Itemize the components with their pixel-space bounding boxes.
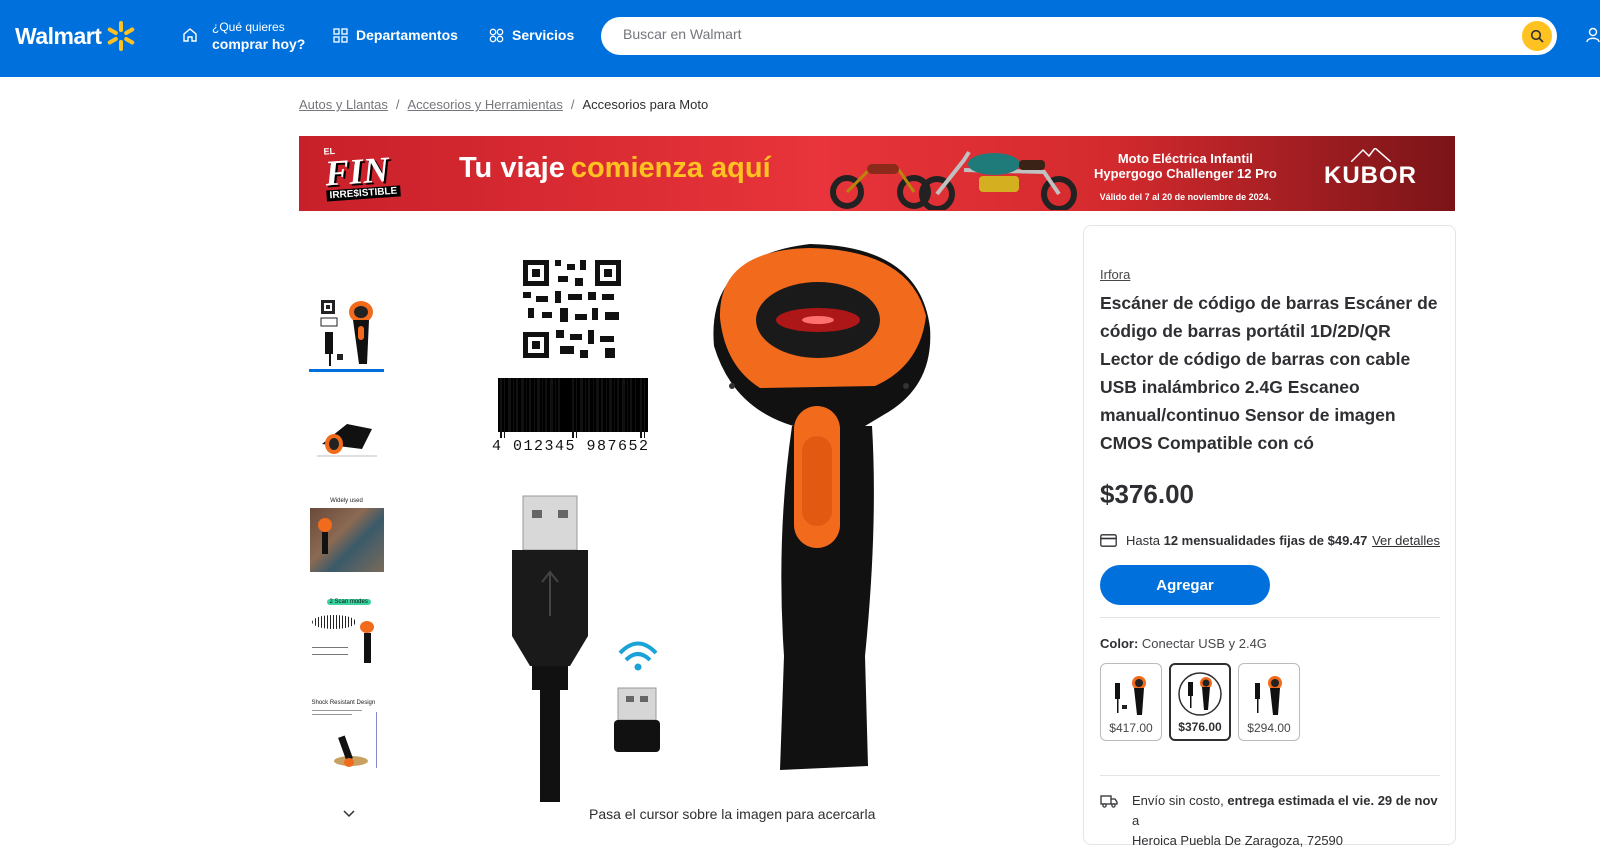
shop-prompt[interactable]: ¿Qué quieres comprar hoy?	[212, 19, 305, 53]
breadcrumb-separator: /	[570, 97, 575, 112]
home-icon[interactable]	[182, 27, 198, 43]
barcode-digits: 4 012345 987652	[492, 438, 650, 455]
search-button[interactable]	[1522, 21, 1552, 51]
wifi-dongle-graphic	[614, 641, 660, 752]
shipping-date: entrega estimada el vie. 29 de nov	[1227, 793, 1438, 808]
usb-cable-graphic	[512, 495, 588, 802]
thumbnail-caption-widely-used: Widely used	[330, 498, 363, 504]
installments-amount: 12 mensualidades fijas de $49.47	[1163, 533, 1368, 548]
top-header: Walmart ¿Qué quieres comprar hoy? Depart…	[0, 0, 1600, 77]
add-to-cart-button[interactable]: Agregar	[1100, 565, 1270, 605]
variant-option-2[interactable]: $376.00	[1169, 663, 1231, 741]
shop-prompt-small: ¿Qué quieres	[212, 20, 285, 34]
color-label: Color:	[1100, 636, 1139, 651]
banner-product-text: Moto Eléctrica Infantil Hypergogo Challe…	[1094, 151, 1277, 205]
shock-resistant-thumbnail-image: Shock Resistant Design	[310, 700, 384, 774]
scan-modes-thumbnail-image: 2 Scan modes	[310, 599, 384, 673]
credit-card-icon	[1100, 534, 1117, 547]
account-icon[interactable]	[1586, 27, 1600, 48]
barcode-scanner-image: 4 012345 987652	[492, 244, 931, 802]
variant-1-price: $417.00	[1109, 721, 1153, 735]
breadcrumb-separator: /	[395, 97, 400, 112]
banner-product-line-1: Moto Eléctrica Infantil	[1117, 151, 1253, 166]
variant-1-image	[1115, 676, 1146, 715]
truck-icon	[1100, 795, 1118, 808]
breadcrumb-current: Accesorios para Moto	[582, 97, 709, 112]
banner-product-line-2: Hypergogo Challenger 12 Pro	[1094, 166, 1277, 181]
shipping-suffix: a	[1132, 813, 1140, 828]
thumbnail-1[interactable]	[309, 294, 384, 372]
spark-icon	[105, 20, 137, 52]
variant-2-price: $376.00	[1178, 720, 1222, 734]
divider	[1100, 775, 1440, 776]
widely-used-thumbnail-image: Widely used	[309, 498, 384, 572]
banner-valid-text: Válido del 7 al 20 de noviembre de 2024.	[1099, 192, 1272, 202]
breadcrumb-link-accesorios[interactable]: Accesorios y Herramientas	[408, 97, 563, 112]
installments-row: Hasta 12 mensualidades fijas de $49.47 V…	[1100, 533, 1440, 548]
variant-3-image	[1255, 676, 1282, 715]
kubor-logo: KUBOR	[1324, 162, 1417, 189]
thumbnail-2[interactable]	[309, 395, 384, 473]
thumbnail-caption-shock-resistant: Shock Resistant Design	[311, 700, 376, 706]
scanner-side-thumbnail-image	[316, 424, 377, 457]
motorcycle-image	[830, 150, 1077, 210]
thumbnail-5[interactable]: Shock Resistant Design	[309, 698, 384, 776]
installments-details-link[interactable]: Ver detalles	[1372, 533, 1440, 548]
zoom-hint: Pasa el cursor sobre la imagen para acer…	[589, 806, 876, 822]
departments-label: Departamentos	[356, 27, 458, 43]
logo-text: Walmart	[15, 22, 102, 49]
installments-prefix: Hasta	[1126, 533, 1160, 548]
color-selector-label: Color: Conectar USB y 2.4G	[1100, 636, 1267, 651]
search-input[interactable]	[623, 26, 1483, 42]
fin-big: FIN	[323, 149, 391, 194]
main-product-image[interactable]: 4 012345 987652	[480, 236, 980, 802]
thumbnail-4[interactable]: 2 Scan modes	[309, 597, 384, 675]
product-price: $376.00	[1100, 479, 1194, 509]
variant-option-3[interactable]: $294.00	[1238, 663, 1300, 741]
search-icon	[1530, 29, 1544, 43]
scanner-device-graphic	[713, 244, 931, 770]
departments-button[interactable]: Departamentos	[333, 27, 458, 43]
product-title: Escáner de código de barras Escáner de c…	[1100, 293, 1438, 453]
shipping-location: Heroica Puebla De Zaragoza, 72590	[1132, 833, 1344, 848]
chevron-down-icon[interactable]	[343, 805, 355, 823]
promo-banner[interactable]: EL FIN IRRE$ISTIBLE Tu viaje comienza aqu…	[299, 136, 1455, 211]
services-button[interactable]: Servicios	[489, 27, 574, 43]
grid-icon	[333, 27, 348, 43]
thumbnail-caption-scan-modes: 2 Scan modes	[326, 599, 371, 605]
brand-link[interactable]: Irfora	[1100, 267, 1130, 282]
installments-text: Hasta 12 mensualidades fijas de $49.47	[1126, 533, 1367, 548]
divider	[1100, 617, 1440, 618]
services-label: Servicios	[512, 27, 575, 43]
el-fin-irresistible-logo: EL FIN IRRE$ISTIBLE	[323, 141, 401, 202]
thumbnail-3[interactable]: Widely used	[309, 496, 384, 574]
breadcrumb-link-autos[interactable]: Autos y Llantas	[299, 97, 388, 112]
variant-option-1[interactable]: $417.00	[1100, 663, 1162, 741]
product-info-card: Irfora Escáner de código de barras Escán…	[1083, 225, 1456, 848]
kubor-mountain-icon	[1351, 148, 1391, 162]
services-icon	[489, 28, 504, 42]
shop-prompt-big: comprar hoy?	[212, 36, 306, 52]
variant-2-image	[1178, 672, 1222, 716]
walmart-logo[interactable]: Walmart	[15, 20, 137, 52]
breadcrumb: Autos y Llantas / Accesorios y Herramien…	[299, 97, 708, 112]
qr-code-graphic	[523, 260, 621, 358]
shipping-text: Envío sin costo, entrega estimada el vie…	[1132, 791, 1440, 851]
color-value: Conectar USB y 2.4G	[1141, 636, 1267, 651]
variant-3-price: $294.00	[1247, 721, 1291, 735]
banner-headline-2: comienza aquí	[570, 152, 771, 184]
banner-headline-1: Tu viaje	[459, 152, 565, 184]
linear-barcode-graphic: 4 012345 987652	[492, 378, 650, 455]
banner-headline: Tu viaje comienza aquí	[459, 152, 771, 185]
shipping-info: Envío sin costo, entrega estimada el vie…	[1100, 791, 1440, 851]
scanner-thumbnail-image	[320, 299, 373, 366]
shipping-prefix: Envío sin costo,	[1132, 793, 1224, 808]
search-bar	[601, 17, 1557, 55]
